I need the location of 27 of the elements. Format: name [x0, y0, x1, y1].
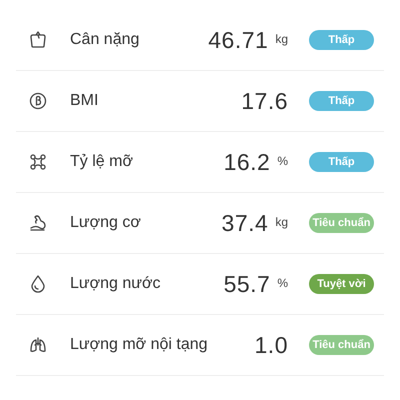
status-badge: Tiêu chuẩn [309, 335, 374, 355]
metric-value: 17.6 [241, 86, 288, 116]
status-badge: Thấp [309, 152, 374, 172]
lungs-icon [28, 335, 48, 355]
metric-label: Cân nặng [70, 30, 140, 50]
status-badge: Thấp [309, 91, 374, 111]
metric-label: Lượng nước [70, 274, 160, 294]
metric-value: 46.71 [208, 26, 268, 55]
letter-circle-icon [28, 91, 48, 111]
unit-label: kg [275, 30, 288, 48]
scale-icon [28, 30, 48, 50]
metric-value: 1.0 [254, 330, 288, 360]
arm-icon [28, 213, 48, 233]
unit-label: % [277, 152, 288, 170]
metric-label: Tỷ lệ mỡ [70, 152, 133, 172]
molecule-icon [28, 152, 48, 172]
metric-label: Lượng cơ [70, 213, 141, 233]
metric-value: 55.7 [224, 270, 270, 299]
unit-label: kg [275, 214, 288, 231]
metric-value: 16.2 [224, 148, 270, 177]
status-badge: Tiêu chuẩn [309, 213, 374, 233]
unit-label: % [277, 274, 288, 292]
status-badge: Thấp [309, 30, 374, 50]
metric-label: Lượng mỡ nội tạng [70, 335, 208, 355]
metric-value: 37.4 [222, 208, 268, 238]
status-badge: Tuyệt vời [309, 274, 374, 294]
metric-label: BMI [70, 91, 98, 111]
